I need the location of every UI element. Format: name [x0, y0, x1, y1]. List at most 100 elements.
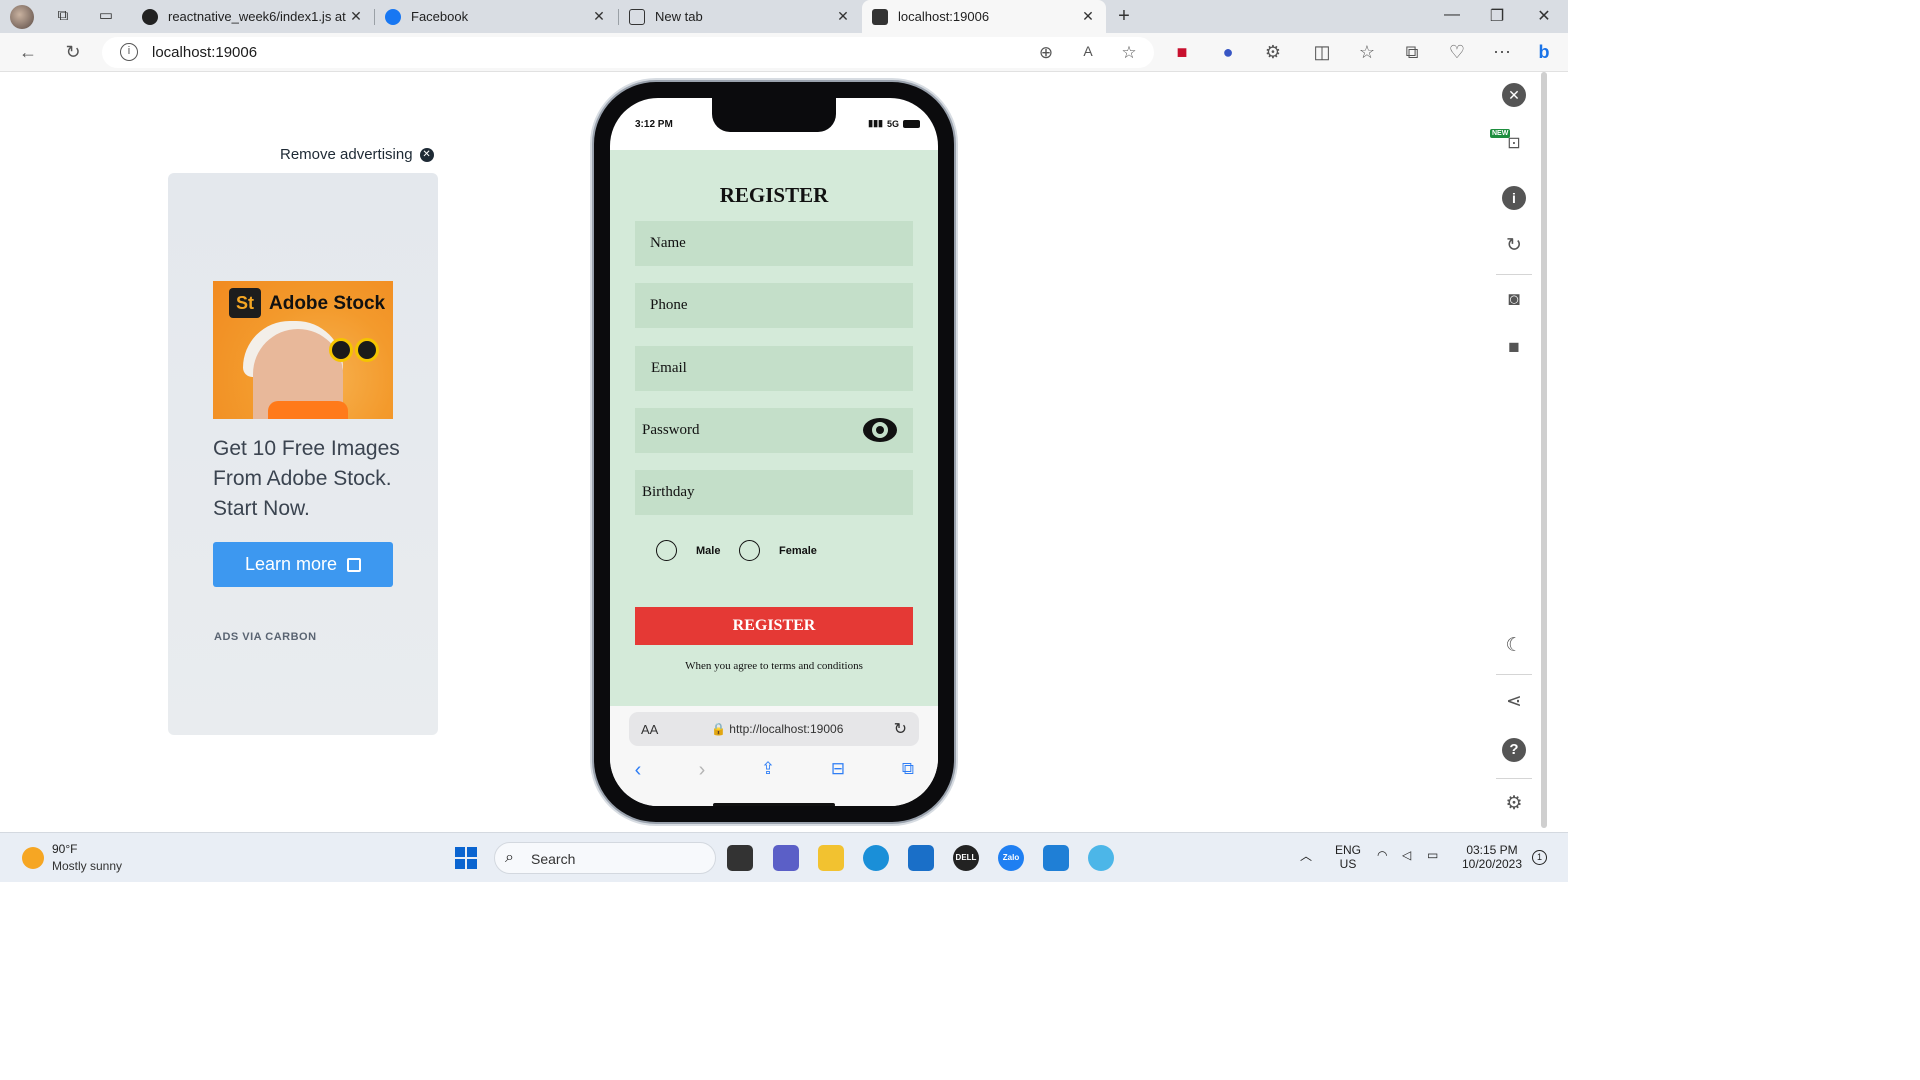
file-explorer-icon[interactable]	[818, 845, 844, 871]
teams-icon[interactable]	[773, 845, 799, 871]
page-content: Remove advertising ✕ St Adobe Stock Get …	[0, 72, 1568, 832]
notification-badge[interactable]: 1	[1532, 850, 1547, 865]
workspaces-icon[interactable]: ⧉	[54, 8, 72, 24]
email-input[interactable]: Email	[635, 346, 913, 391]
zalo-icon[interactable]: Zalo	[998, 845, 1024, 871]
wifi-icon[interactable]: ◠	[1377, 848, 1387, 862]
taskbar-search[interactable]: ⌕ Search	[494, 842, 716, 874]
page-scrollbar[interactable]	[1541, 72, 1547, 828]
tab-facebook[interactable]: Facebook ✕	[375, 0, 617, 33]
bookmarks-icon[interactable]: ⊟	[826, 759, 850, 779]
refresh-icon[interactable]: ↻	[63, 42, 83, 62]
mail-icon[interactable]	[908, 845, 934, 871]
password-input[interactable]: Password	[635, 408, 913, 453]
clock-date: 10/20/2023	[1461, 857, 1523, 871]
tab-title: Facebook	[411, 9, 469, 24]
search-icon: ⌕	[505, 849, 514, 866]
tab-github[interactable]: reactnative_week6/index1.js at m ✕	[132, 0, 374, 33]
paint-icon[interactable]	[1088, 845, 1114, 871]
male-label: Male	[696, 545, 721, 557]
facebook-icon	[385, 8, 401, 25]
tab-actions-icon[interactable]: ▭	[97, 8, 115, 24]
show-hidden-icons[interactable]: ︿	[1300, 847, 1312, 864]
video-camera-icon[interactable]: ■	[1502, 336, 1526, 360]
info-icon[interactable]: i	[1502, 186, 1526, 210]
region-label: US	[1339, 857, 1357, 871]
settings-gear-icon[interactable]: ⚙	[1502, 792, 1526, 816]
phone-input[interactable]: Phone	[635, 283, 913, 328]
edge-icon[interactable]	[863, 845, 889, 871]
close-circle-icon[interactable]: ✕	[419, 147, 434, 162]
volume-icon[interactable]: ◁	[1402, 848, 1411, 862]
back-icon[interactable]: ←	[18, 42, 38, 62]
extensions-icon[interactable]: ⚙	[1263, 42, 1283, 62]
weather-temperature[interactable]: 90°F	[52, 842, 77, 856]
battery-tray-icon[interactable]: ▭	[1427, 848, 1438, 862]
dell-icon[interactable]: DELL	[953, 845, 979, 871]
clock[interactable]: 03:15 PM 10/20/2023	[1456, 843, 1528, 871]
phone-notch	[712, 98, 836, 132]
restore-icon[interactable]: ❐	[1487, 6, 1507, 26]
windows-start-icon[interactable]	[455, 847, 477, 869]
vscode-icon[interactable]	[1043, 845, 1069, 871]
ad-image[interactable]: St Adobe Stock	[213, 281, 393, 419]
share-icon[interactable]: ⇪	[756, 759, 780, 779]
close-tab-icon[interactable]: ✕	[591, 8, 607, 25]
tab-title: localhost:19006	[898, 9, 990, 24]
name-placeholder: Name	[650, 235, 686, 251]
zoom-icon[interactable]: ⊕	[1036, 43, 1056, 63]
address-bar[interactable]: i localhost:19006 ⊕ A ☆	[102, 37, 1154, 68]
tabs-icon[interactable]: ⧉	[896, 759, 920, 779]
safari-forward-icon[interactable]: ›	[690, 759, 714, 782]
new-badge: NEW	[1490, 129, 1511, 138]
new-tab-plus-icon[interactable]: +	[1115, 6, 1133, 26]
rotate-icon[interactable]: ↻	[1502, 234, 1526, 258]
safari-url-field[interactable]: AA 🔒 http://localhost:19006 ↻	[629, 712, 919, 746]
camera-icon[interactable]: ◙	[1502, 288, 1526, 312]
name-input[interactable]: Name	[635, 221, 913, 266]
remove-advertising-link[interactable]: Remove advertising ✕	[280, 146, 434, 163]
extension-shield-icon[interactable]: ■	[1172, 42, 1192, 62]
ad-text[interactable]: Get 10 Free Images From Adobe Stock. Sta…	[213, 434, 413, 524]
help-icon[interactable]: ?	[1502, 738, 1526, 762]
minimize-icon[interactable]: —	[1442, 6, 1462, 24]
more-menu-icon[interactable]: ⋯	[1492, 42, 1512, 62]
device-toggle-icon[interactable]: NEW ⊡	[1490, 129, 1526, 156]
safari-reload-icon[interactable]: ↻	[894, 719, 907, 739]
learn-more-button[interactable]: Learn more	[213, 542, 393, 587]
share-nodes-icon[interactable]: ⋖	[1502, 690, 1526, 714]
female-radio[interactable]	[739, 540, 760, 561]
weather-sun-icon[interactable]	[22, 847, 44, 869]
safari-back-icon[interactable]: ‹	[626, 759, 650, 782]
close-tab-icon[interactable]: ✕	[835, 8, 851, 25]
tab-localhost[interactable]: localhost:19006 ✕	[862, 0, 1106, 33]
text-size-button[interactable]: AA	[641, 722, 658, 737]
collections-icon[interactable]: ⧉	[1402, 42, 1422, 62]
task-view-icon[interactable]	[727, 845, 753, 871]
eye-icon[interactable]	[863, 418, 897, 442]
language-indicator[interactable]: ENG US	[1333, 843, 1363, 871]
birthday-input[interactable]: Birthday	[635, 470, 913, 515]
profile-avatar[interactable]	[10, 5, 34, 29]
close-window-icon[interactable]: ✕	[1534, 6, 1554, 26]
close-tab-icon[interactable]: ✕	[348, 8, 364, 25]
copilot-icon[interactable]: b	[1534, 42, 1554, 62]
phone-screen: 3:12 PM ▮▮▮ 5G REGISTER Name Phone Email	[610, 98, 938, 806]
favorites-icon[interactable]: ☆	[1357, 42, 1377, 62]
tab-new-tab[interactable]: New tab ✕	[619, 0, 861, 33]
register-button[interactable]: REGISTER	[635, 607, 913, 645]
weather-description[interactable]: Mostly sunny	[52, 859, 122, 873]
performance-icon[interactable]: ♡	[1447, 42, 1467, 62]
dark-mode-moon-icon[interactable]: ☾	[1502, 634, 1526, 658]
close-tab-icon[interactable]: ✕	[1080, 8, 1096, 25]
extension-globe-icon[interactable]: ●	[1218, 42, 1238, 62]
favorite-star-icon[interactable]: ☆	[1119, 43, 1139, 63]
site-info-icon[interactable]: i	[120, 43, 138, 61]
url-text[interactable]: localhost:19006	[152, 44, 257, 61]
ads-via-carbon-link[interactable]: ADS VIA CARBON	[214, 631, 317, 643]
read-aloud-icon[interactable]: A	[1078, 43, 1098, 59]
split-screen-icon[interactable]: ◫	[1312, 42, 1332, 62]
safari-url: http://localhost:19006	[729, 722, 844, 736]
male-radio[interactable]	[656, 540, 677, 561]
close-panel-icon[interactable]: ✕	[1502, 83, 1526, 107]
